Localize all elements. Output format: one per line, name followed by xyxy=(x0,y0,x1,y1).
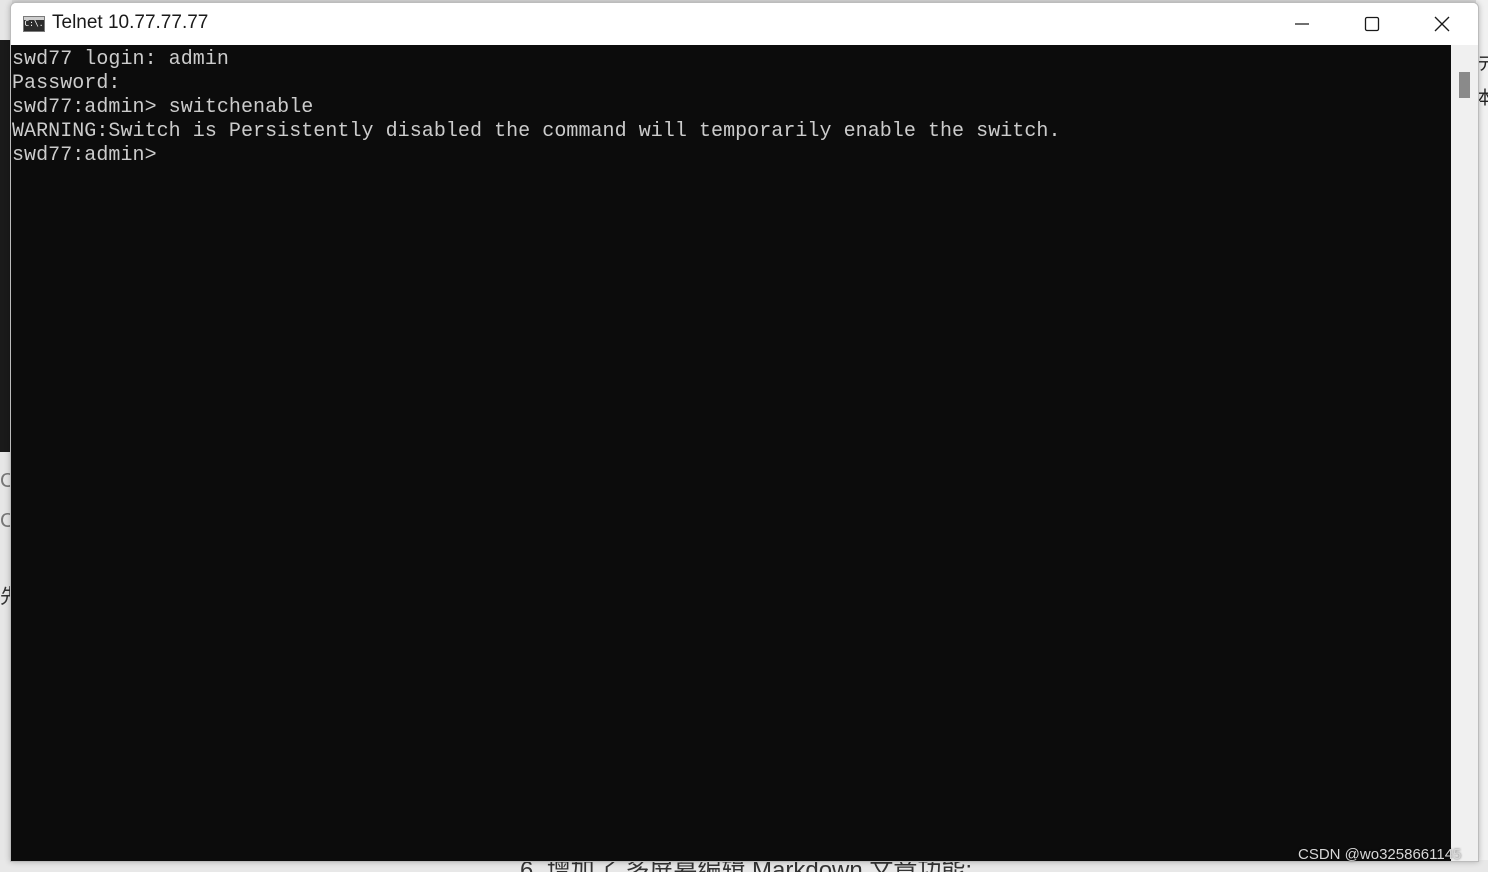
scrollbar-thumb[interactable] xyxy=(1459,72,1470,98)
close-icon xyxy=(1434,16,1450,32)
telnet-window: C:\. Telnet 10.77.77.77 swd77 login: adm… xyxy=(10,2,1479,862)
terminal-text: swd77 login: admin Password: swd77:admin… xyxy=(12,48,1061,168)
close-button[interactable] xyxy=(1407,3,1477,45)
window-title: Telnet 10.77.77.77 xyxy=(52,12,209,33)
terminal-line: WARNING:Switch is Persistently disabled … xyxy=(12,120,1061,143)
terminal-output[interactable]: swd77 login: admin Password: swd77:admin… xyxy=(11,45,1451,861)
background-dark-panel xyxy=(0,40,10,452)
terminal-line: Password: xyxy=(12,72,121,95)
terminal-line: swd77:admin> switchenable xyxy=(12,96,314,119)
terminal-prompt: swd77:admin> xyxy=(12,144,157,167)
vertical-scrollbar[interactable] xyxy=(1451,45,1478,861)
title-bar[interactable]: C:\. Telnet 10.77.77.77 xyxy=(11,3,1478,45)
maximize-button[interactable] xyxy=(1337,3,1407,45)
console-icon[interactable]: C:\. xyxy=(23,16,45,32)
watermark: CSDN @wo3258661145 xyxy=(1298,846,1462,863)
minimize-button[interactable] xyxy=(1267,3,1337,45)
terminal-line: swd77 login: admin xyxy=(12,48,229,71)
minimize-icon xyxy=(1295,23,1309,25)
maximize-icon xyxy=(1364,16,1380,32)
